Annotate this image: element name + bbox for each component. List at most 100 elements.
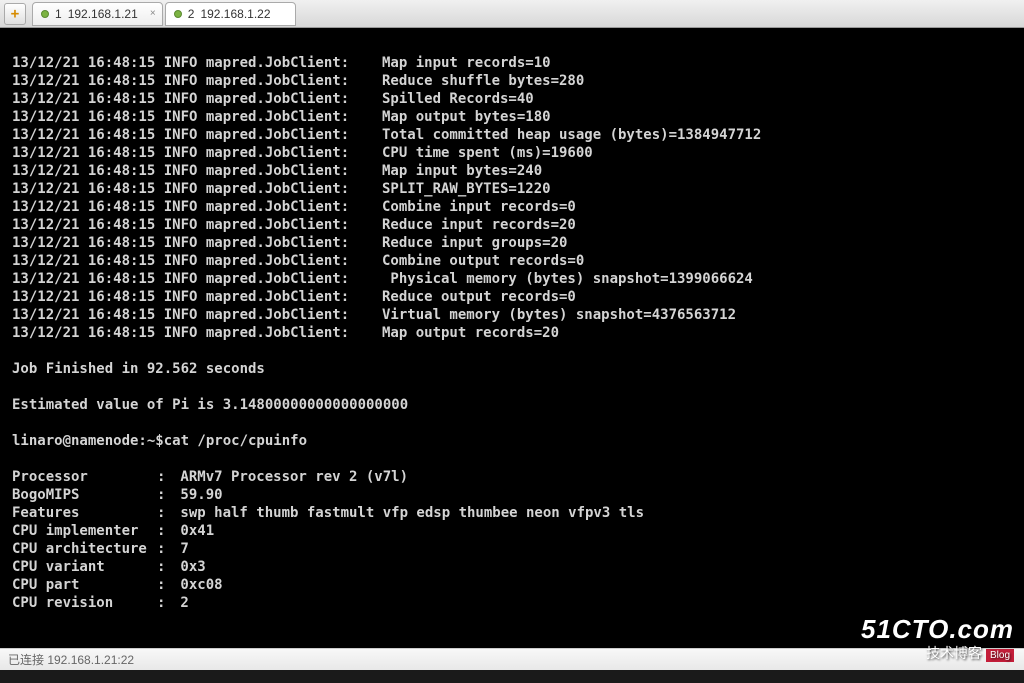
- log-message: Map output bytes=180: [382, 108, 1012, 126]
- log-message: CPU time spent (ms)=19600: [382, 144, 1012, 162]
- connection-status: 已连接 192.168.1.21:22: [8, 651, 134, 668]
- cpuinfo-label: CPU part: [12, 576, 157, 594]
- status-dot-icon: [41, 10, 49, 18]
- cpuinfo-value: ARMv7 Processor rev 2 (v7l): [172, 468, 408, 486]
- cpuinfo-label: Processor: [12, 468, 157, 486]
- new-tab-button[interactable]: +: [4, 3, 26, 25]
- cpuinfo-value: 0xc08: [172, 576, 223, 594]
- status-dot-icon: [174, 10, 182, 18]
- log-message: Map input records=10: [382, 54, 1012, 72]
- tab-bar: + 1 192.168.1.21 × 2 192.168.1.22: [0, 0, 1024, 28]
- cpuinfo-value: 0x3: [172, 558, 206, 576]
- log-line: 13/12/21 16:48:15 INFO mapred.JobClient:…: [12, 54, 1012, 72]
- log-line: 13/12/21 16:48:15 INFO mapred.JobClient:…: [12, 108, 1012, 126]
- log-prefix: 13/12/21 16:48:15 INFO mapred.JobClient:: [12, 72, 382, 90]
- log-line: 13/12/21 16:48:15 INFO mapred.JobClient:…: [12, 234, 1012, 252]
- cpuinfo-value: 7: [172, 540, 189, 558]
- watermark-sub: 技术博客Blog: [861, 643, 1014, 663]
- log-line: 13/12/21 16:48:15 INFO mapred.JobClient:…: [12, 198, 1012, 216]
- cpuinfo-label: Features: [12, 504, 157, 522]
- log-prefix: 13/12/21 16:48:15 INFO mapred.JobClient:: [12, 216, 382, 234]
- tab-label: 192.168.1.21: [68, 7, 138, 21]
- cpuinfo-line: CPU variant: 0x3: [12, 558, 1012, 576]
- cpuinfo-separator: :: [157, 486, 172, 504]
- log-message: SPLIT_RAW_BYTES=1220: [382, 180, 1012, 198]
- log-message: Reduce shuffle bytes=280: [382, 72, 1012, 90]
- log-prefix: 13/12/21 16:48:15 INFO mapred.JobClient:: [12, 162, 382, 180]
- log-prefix: 13/12/21 16:48:15 INFO mapred.JobClient:: [12, 198, 382, 216]
- log-prefix: 13/12/21 16:48:15 INFO mapred.JobClient:: [12, 288, 382, 306]
- cpuinfo-label: CPU revision: [12, 594, 157, 612]
- prompt-line-1: linaro@namenode:~$ cat /proc/cpuinfo: [12, 432, 1012, 450]
- log-prefix: 13/12/21 16:48:15 INFO mapred.JobClient:: [12, 270, 382, 288]
- tab-index: 2: [188, 7, 195, 21]
- tab-label: 192.168.1.22: [200, 7, 270, 21]
- cpuinfo-value: swp half thumb fastmult vfp edsp thumbee…: [172, 504, 644, 522]
- tab-index: 1: [55, 7, 62, 21]
- cpuinfo-value: 59.90: [172, 486, 223, 504]
- cpuinfo-line: CPU revision: 2: [12, 594, 1012, 612]
- close-icon[interactable]: ×: [150, 8, 156, 19]
- log-line: 13/12/21 16:48:15 INFO mapred.JobClient:…: [12, 126, 1012, 144]
- log-line: 13/12/21 16:48:15 INFO mapred.JobClient:…: [12, 180, 1012, 198]
- log-line: 13/12/21 16:48:15 INFO mapred.JobClient:…: [12, 216, 1012, 234]
- terminal-output[interactable]: 13/12/21 16:48:15 INFO mapred.JobClient:…: [0, 28, 1024, 648]
- log-line: 13/12/21 16:48:15 INFO mapred.JobClient:…: [12, 144, 1012, 162]
- log-prefix: 13/12/21 16:48:15 INFO mapred.JobClient:: [12, 324, 382, 342]
- cpuinfo-line: BogoMIPS: 59.90: [12, 486, 1012, 504]
- log-message: Combine input records=0: [382, 198, 1012, 216]
- cpuinfo-separator: :: [157, 504, 172, 522]
- log-line: 13/12/21 16:48:15 INFO mapred.JobClient:…: [12, 252, 1012, 270]
- job-finished-line: Job Finished in 92.562 seconds: [12, 360, 1012, 378]
- tab-1[interactable]: 1 192.168.1.21 ×: [32, 2, 163, 26]
- log-line: 13/12/21 16:48:15 INFO mapred.JobClient:…: [12, 306, 1012, 324]
- log-message: Total committed heap usage (bytes)=13849…: [382, 126, 1012, 144]
- cpuinfo-line: CPU part: 0xc08: [12, 576, 1012, 594]
- prompt-userhost: linaro@namenode:~$: [12, 432, 164, 450]
- command-text: cat /proc/cpuinfo: [164, 432, 307, 450]
- cpuinfo-block: Processor: ARMv7 Processor rev 2 (v7l)Bo…: [12, 468, 1012, 612]
- watermark: 51CTO.com 技术博客Blog: [861, 614, 1014, 663]
- log-message: Physical memory (bytes) snapshot=1399066…: [382, 270, 1012, 288]
- cpuinfo-separator: :: [157, 576, 172, 594]
- log-prefix: 13/12/21 16:48:15 INFO mapred.JobClient:: [12, 144, 382, 162]
- cpuinfo-line: Features: swp half thumb fastmult vfp ed…: [12, 504, 1012, 522]
- log-prefix: 13/12/21 16:48:15 INFO mapred.JobClient:: [12, 90, 382, 108]
- cpuinfo-value: 0x41: [172, 522, 214, 540]
- log-prefix: 13/12/21 16:48:15 INFO mapred.JobClient:: [12, 108, 382, 126]
- cpuinfo-label: CPU architecture: [12, 540, 157, 558]
- log-prefix: 13/12/21 16:48:15 INFO mapred.JobClient:: [12, 126, 382, 144]
- log-line: 13/12/21 16:48:15 INFO mapred.JobClient:…: [12, 324, 1012, 342]
- cpuinfo-value: 2: [172, 594, 189, 612]
- log-prefix: 13/12/21 16:48:15 INFO mapred.JobClient:: [12, 54, 382, 72]
- cpuinfo-label: CPU implementer: [12, 522, 157, 540]
- watermark-badge: Blog: [986, 649, 1014, 662]
- log-message: Spilled Records=40: [382, 90, 1012, 108]
- log-message: Reduce input records=20: [382, 216, 1012, 234]
- cpuinfo-line: CPU architecture: 7: [12, 540, 1012, 558]
- cpuinfo-line: Processor: ARMv7 Processor rev 2 (v7l): [12, 468, 1012, 486]
- plus-icon: +: [11, 6, 19, 22]
- log-message: Combine output records=0: [382, 252, 1012, 270]
- log-line: 13/12/21 16:48:15 INFO mapred.JobClient:…: [12, 90, 1012, 108]
- cpuinfo-label: BogoMIPS: [12, 486, 157, 504]
- log-line: 13/12/21 16:48:15 INFO mapred.JobClient:…: [12, 288, 1012, 306]
- log-prefix: 13/12/21 16:48:15 INFO mapred.JobClient:: [12, 306, 382, 324]
- tab-2[interactable]: 2 192.168.1.22: [165, 2, 296, 26]
- cpuinfo-label: CPU variant: [12, 558, 157, 576]
- log-line: 13/12/21 16:48:15 INFO mapred.JobClient:…: [12, 270, 1012, 288]
- log-lines: 13/12/21 16:48:15 INFO mapred.JobClient:…: [12, 54, 1012, 342]
- cpuinfo-separator: :: [157, 540, 172, 558]
- log-prefix: 13/12/21 16:48:15 INFO mapred.JobClient:: [12, 234, 382, 252]
- cpuinfo-separator: :: [157, 468, 172, 486]
- log-prefix: 13/12/21 16:48:15 INFO mapred.JobClient:: [12, 252, 382, 270]
- log-line: 13/12/21 16:48:15 INFO mapred.JobClient:…: [12, 72, 1012, 90]
- cpuinfo-separator: :: [157, 558, 172, 576]
- pi-estimate-line: Estimated value of Pi is 3.1480000000000…: [12, 396, 1012, 414]
- log-prefix: 13/12/21 16:48:15 INFO mapred.JobClient:: [12, 180, 382, 198]
- cpuinfo-separator: :: [157, 522, 172, 540]
- log-message: Reduce output records=0: [382, 288, 1012, 306]
- log-message: Virtual memory (bytes) snapshot=43765637…: [382, 306, 1012, 324]
- cpuinfo-separator: :: [157, 594, 172, 612]
- log-line: 13/12/21 16:48:15 INFO mapred.JobClient:…: [12, 162, 1012, 180]
